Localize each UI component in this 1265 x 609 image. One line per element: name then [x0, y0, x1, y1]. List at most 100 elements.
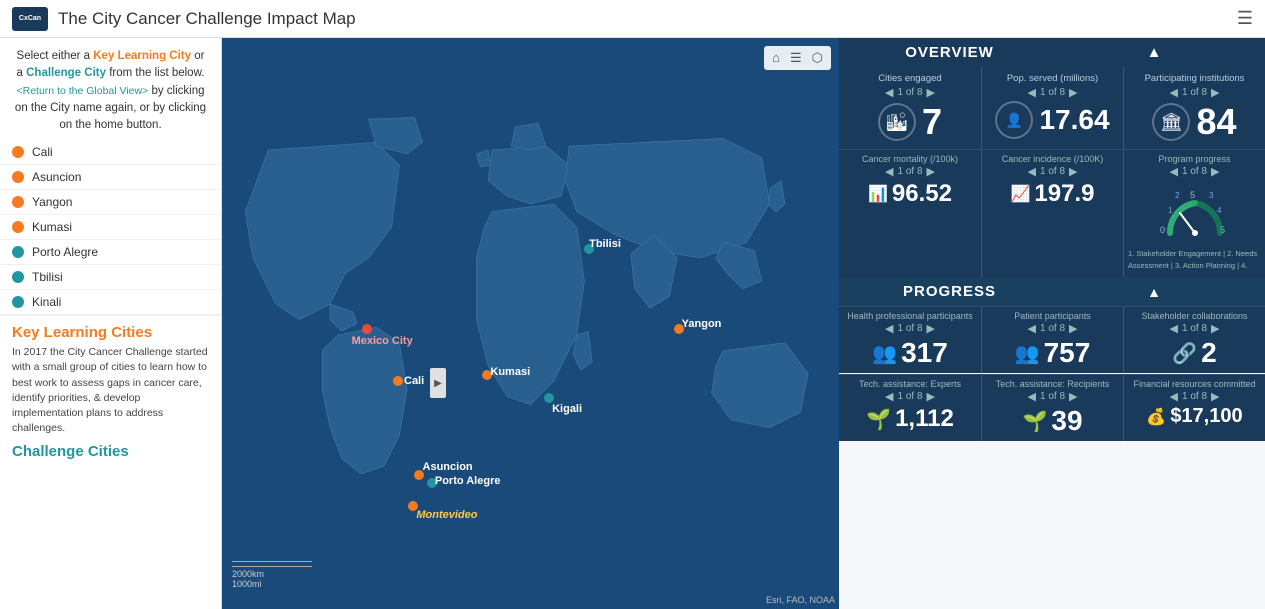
- tech-recipients-cell: Tech. assistance: Recipients ◀ 1 of 8 ▶ …: [981, 375, 1123, 441]
- map-layers-button[interactable]: ⬡: [809, 49, 826, 67]
- map-city-kumasi[interactable]: [482, 370, 492, 380]
- city-name: Asuncion: [32, 170, 81, 184]
- progress-row2: Tech. assistance: Experts ◀ 1 of 8 ▶ 🌱 1…: [839, 374, 1265, 441]
- city-asuncion[interactable]: Asuncion: [0, 165, 221, 190]
- health-participants-cell: Health professional participants ◀ 1 of …: [839, 307, 981, 373]
- program-progress-cell: Program progress ◀ 1 of 8 ▶ 0 5 5 1 2 3 …: [1123, 150, 1265, 277]
- sc-next-btn[interactable]: ▶: [1211, 322, 1219, 335]
- pop-value-container: 👤 17.64: [995, 101, 1109, 139]
- fin-next-btn[interactable]: ▶: [1211, 390, 1219, 403]
- map-city-portoalegre[interactable]: [427, 478, 437, 488]
- sc-value: 2: [1201, 337, 1217, 369]
- incidence-prev-btn[interactable]: ◀: [1028, 165, 1036, 178]
- challenge-cities-title: Challenge Cities: [12, 443, 209, 460]
- cities-next-btn[interactable]: ▶: [927, 86, 935, 99]
- pp-prev-btn[interactable]: ◀: [1028, 322, 1036, 335]
- tr-prev-btn[interactable]: ◀: [1028, 390, 1036, 403]
- map-home-button[interactable]: ⌂: [769, 49, 783, 67]
- sc-prev-btn[interactable]: ◀: [1170, 322, 1178, 335]
- city-yangon[interactable]: Yangon: [0, 190, 221, 215]
- progress-legend: 1. Stakeholder Engagement | 2. Needs Ass…: [1128, 248, 1261, 271]
- health-participants-nav: ◀ 1 of 8 ▶: [885, 322, 935, 335]
- mortality-value: 96.52: [892, 180, 952, 208]
- te-prev-btn[interactable]: ◀: [885, 390, 893, 403]
- te-next-btn[interactable]: ▶: [927, 390, 935, 403]
- city-porto-alegre[interactable]: Porto Alegre: [0, 240, 221, 265]
- map-city-mexicocity[interactable]: [362, 324, 372, 334]
- city-kinali[interactable]: Kinali: [0, 290, 221, 315]
- cities-engaged-label: Cities engaged: [878, 73, 941, 84]
- scale-label-km: 2000km: [232, 569, 264, 579]
- header-left: CxCan The City Cancer Challenge Impact M…: [12, 7, 356, 31]
- part-next-btn[interactable]: ▶: [1211, 86, 1219, 99]
- incidence-nav: ◀ 1 of 8 ▶: [1028, 165, 1078, 178]
- pop-value: 17.64: [1039, 104, 1109, 136]
- part-prev-btn[interactable]: ◀: [1170, 86, 1178, 99]
- cancer-mortality-cell: Cancer mortality (/100k) ◀ 1 of 8 ▶ 📊 96…: [839, 150, 981, 277]
- hp-next-btn[interactable]: ▶: [927, 322, 935, 335]
- menu-icon[interactable]: ☰: [1237, 8, 1253, 29]
- city-name: Kinali: [32, 295, 61, 309]
- pop-served-nav: ◀ 1 of 8 ▶: [1028, 86, 1078, 99]
- part-value-container: 🏛 84: [1152, 101, 1236, 143]
- incidence-nav-text: 1 of 8: [1040, 166, 1065, 177]
- tr-next-btn[interactable]: ▶: [1069, 390, 1077, 403]
- map-city-yangon[interactable]: [674, 324, 684, 334]
- city-dot-orange: [12, 146, 24, 158]
- city-list: Cali Asuncion Yangon Kumasi Porto Alegre…: [0, 140, 221, 609]
- city-dot-teal: [12, 296, 24, 308]
- mortality-prev-btn[interactable]: ◀: [885, 165, 893, 178]
- mortality-next-btn[interactable]: ▶: [927, 165, 935, 178]
- progress-toggle[interactable]: ▲: [1052, 284, 1257, 300]
- pp-next-btn[interactable]: ▶: [1069, 322, 1077, 335]
- header: CxCan The City Cancer Challenge Impact M…: [0, 0, 1265, 38]
- city-dot-teal: [12, 271, 24, 283]
- tr-nav-text: 1 of 8: [1040, 391, 1065, 402]
- cities-value: 7: [922, 101, 942, 143]
- city-cali[interactable]: Cali: [0, 140, 221, 165]
- svg-text:3: 3: [1209, 191, 1214, 200]
- overview-toggle[interactable]: ▲: [1052, 44, 1257, 61]
- cities-prev-btn[interactable]: ◀: [885, 86, 893, 99]
- map-city-tbilisi[interactable]: [584, 244, 594, 254]
- fin-prev-btn[interactable]: ◀: [1170, 390, 1178, 403]
- map-list-button[interactable]: ☰: [787, 49, 805, 67]
- city-dot-orange: [12, 196, 24, 208]
- svg-text:1: 1: [1168, 206, 1173, 215]
- hp-prev-btn[interactable]: ◀: [885, 322, 893, 335]
- city-tbilisi[interactable]: Tbilisi: [0, 265, 221, 290]
- progress-prev-btn[interactable]: ◀: [1170, 165, 1178, 178]
- progress-nav: ◀ 1 of 8 ▶: [1170, 165, 1220, 178]
- pp-icon: 👥: [1015, 341, 1040, 366]
- city-name: Cali: [32, 145, 53, 159]
- map-city-asuncion[interactable]: [414, 470, 424, 480]
- part-icon: 🏛: [1152, 103, 1190, 141]
- progress-section-header: PROGRESS ▲: [839, 277, 1265, 306]
- sidebar-scroll-arrow[interactable]: ▶: [430, 368, 446, 398]
- pop-next-btn[interactable]: ▶: [1069, 86, 1077, 99]
- pop-prev-btn[interactable]: ◀: [1028, 86, 1036, 99]
- map-city-montevideo[interactable]: [408, 501, 418, 511]
- page-title: The City Cancer Challenge Impact Map: [58, 9, 356, 29]
- cities-engaged-nav: ◀ 1 of 8 ▶: [885, 86, 935, 99]
- city-kumasi[interactable]: Kumasi: [0, 215, 221, 240]
- map-city-kigali[interactable]: [544, 393, 554, 403]
- sc-icon: 🔗: [1172, 341, 1197, 366]
- return-link[interactable]: <Return to the Global View>: [17, 85, 149, 97]
- mortality-value-container: 📊 96.52: [868, 180, 952, 208]
- incidence-next-btn[interactable]: ▶: [1069, 165, 1077, 178]
- mortality-icon: 📊: [868, 184, 888, 204]
- participating-nav: ◀ 1 of 8 ▶: [1170, 86, 1220, 99]
- overview-title: OVERVIEW: [847, 44, 1052, 61]
- fin-label: Financial resources committed: [1133, 379, 1255, 389]
- overview-row1: Cities engaged ◀ 1 of 8 ▶ 🏙 7 Pop. serve…: [839, 67, 1265, 149]
- svg-text:4: 4: [1217, 206, 1222, 215]
- map-city-cali[interactable]: [393, 376, 403, 386]
- map-scale: 2000km 1000mi: [232, 561, 312, 589]
- progress-next-btn[interactable]: ▶: [1211, 165, 1219, 178]
- world-map: [222, 38, 839, 609]
- map-area[interactable]: Mexico City Cali Asuncion Porto Alegre M…: [222, 38, 839, 609]
- cities-nav-text: 1 of 8: [897, 87, 922, 98]
- tech-experts-cell: Tech. assistance: Experts ◀ 1 of 8 ▶ 🌱 1…: [839, 375, 981, 441]
- mortality-label: Cancer mortality (/100k): [862, 154, 958, 164]
